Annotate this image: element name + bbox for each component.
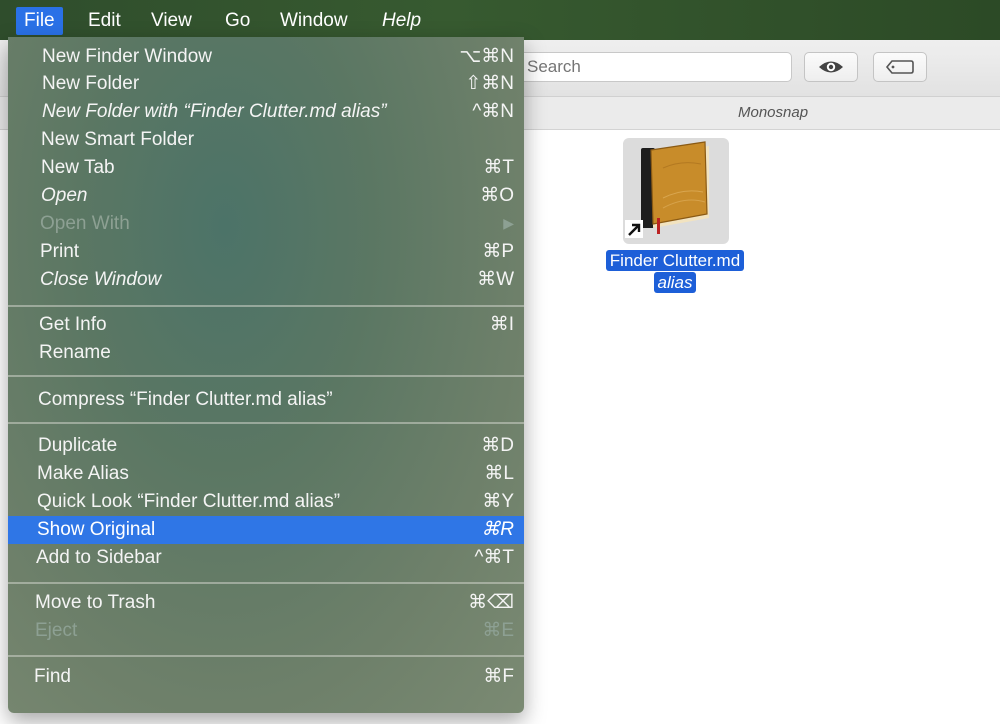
search-input[interactable] (527, 56, 777, 78)
eye-icon (819, 61, 843, 73)
menu-item-new-tab[interactable]: New Tab ⌘T (8, 154, 524, 181)
menu-view[interactable]: View (143, 7, 200, 35)
quick-look-button[interactable] (804, 52, 858, 82)
menu-item-find[interactable]: Find ⌘F (8, 663, 524, 690)
menu-separator (8, 655, 524, 657)
file-name-line-1: Finder Clutter.md (605, 250, 745, 271)
menu-item-new-smart-folder[interactable]: New Smart Folder (8, 126, 524, 153)
submenu-arrow-icon: ▶ (503, 215, 514, 231)
file-name-label[interactable]: Finder Clutter.md alias (590, 250, 760, 294)
search-field[interactable] (500, 52, 792, 82)
menu-bar: File Edit View Go Window Help (0, 0, 1000, 40)
menu-item-new-folder-with-selection[interactable]: New Folder with “Finder Clutter.md alias… (8, 98, 524, 125)
menu-file[interactable]: File (16, 7, 63, 35)
file-name-line-2: alias (653, 272, 697, 293)
menu-help[interactable]: Help (374, 7, 429, 35)
menu-item-show-original[interactable]: Show Original ⌘R (8, 516, 524, 544)
menu-item-duplicate[interactable]: Duplicate ⌘D (8, 432, 524, 459)
file-icon-background (623, 138, 729, 244)
menu-item-new-folder[interactable]: New Folder ⇧⌘N (8, 70, 524, 97)
menu-item-open-with: Open With ▶ (8, 210, 524, 237)
menu-item-make-alias[interactable]: Make Alias ⌘L (8, 460, 524, 487)
menu-separator (8, 582, 524, 584)
menu-edit[interactable]: Edit (80, 7, 129, 35)
menu-separator (8, 422, 524, 424)
menu-window[interactable]: Window (272, 7, 356, 35)
menu-separator (8, 305, 524, 307)
menu-item-move-to-trash[interactable]: Move to Trash ⌘⌫ (8, 589, 524, 616)
menu-item-eject: Eject ⌘E (35, 620, 514, 641)
tag-icon (885, 60, 914, 74)
file-item-finder-clutter-alias[interactable]: Finder Clutter.md alias (590, 136, 760, 296)
menu-item-quick-look[interactable]: Quick Look “Finder Clutter.md alias” ⌘Y (8, 488, 524, 515)
menu-item-print[interactable]: Print ⌘P (8, 238, 524, 265)
menu-separator (8, 375, 524, 377)
menu-go[interactable]: Go (217, 7, 258, 35)
menu-item-add-to-sidebar[interactable]: Add to Sidebar ^⌘T (8, 544, 524, 571)
file-menu-dropdown: New Finder Window ⌥⌘N New Folder ⇧⌘N New… (8, 37, 524, 713)
menu-item-compress[interactable]: Compress “Finder Clutter.md alias” (8, 386, 524, 413)
tab-monosnap[interactable]: Monosnap (738, 104, 808, 121)
menu-item-rename[interactable]: Rename (8, 339, 524, 366)
tag-button[interactable] (873, 52, 927, 82)
menu-item-get-info[interactable]: Get Info ⌘I (8, 311, 524, 338)
menu-item-open[interactable]: Open ⌘O (8, 182, 524, 209)
menu-item-new-finder-window[interactable]: New Finder Window ⌥⌘N (8, 43, 524, 70)
menu-item-close-window[interactable]: Close Window ⌘W (8, 266, 524, 293)
book-alias-icon (625, 141, 709, 238)
